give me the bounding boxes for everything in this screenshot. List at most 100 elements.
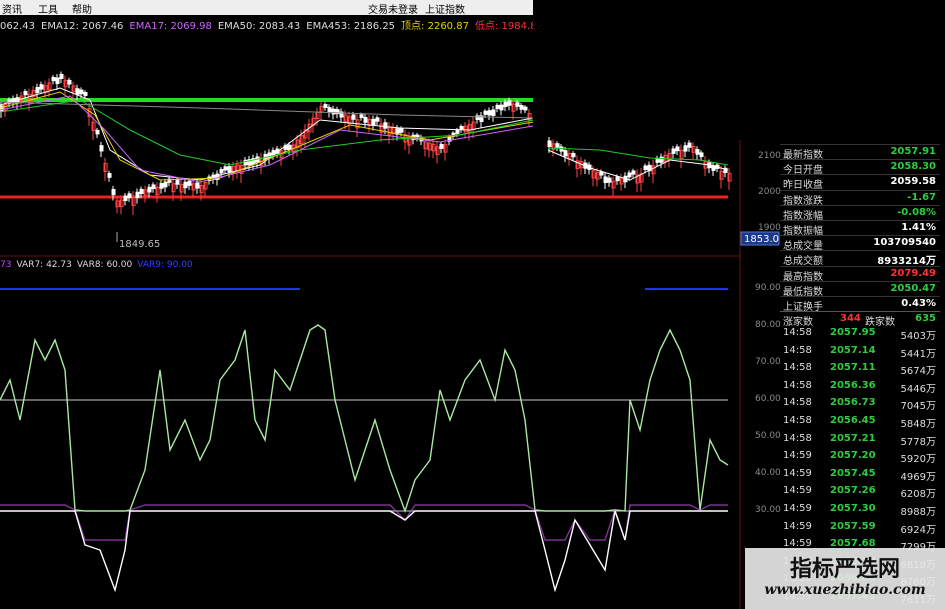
tick-time: 14:58: [783, 362, 812, 374]
quote-value: 2059.58: [890, 176, 936, 188]
candle-body: [695, 149, 700, 155]
indicator-legend: 73 VAR7: 42.73 VAR8: 60.00 VAR9: 90.00: [0, 260, 198, 270]
candle-body: [459, 125, 464, 130]
tick-price: 2057.59: [830, 520, 876, 532]
menu-item-help[interactable]: 帮助: [72, 1, 92, 16]
candle-body: [631, 170, 636, 175]
indicator-axis-label: 70.00: [755, 357, 781, 367]
candle-body: [671, 148, 676, 154]
tick-row: 14:59 2057.45 4969万: [780, 468, 940, 483]
candle-body: [107, 172, 112, 178]
tick-time: 14:59: [783, 450, 812, 462]
candle-body: [95, 129, 100, 135]
candle-body: [331, 108, 336, 115]
candle-body: [23, 90, 28, 96]
quote-value: 2050.47: [890, 282, 936, 294]
menu-item-news[interactable]: 资讯: [2, 1, 22, 16]
tick-time: 14:59: [783, 467, 812, 479]
tick-volume: 5441万: [900, 348, 936, 360]
tick-row: 14:59 2057.20 5920万: [780, 450, 940, 465]
candle-body: [555, 143, 560, 148]
tick-volume: 6924万: [900, 524, 936, 536]
tick-price: 2057.95: [830, 327, 876, 338]
candle-body: [563, 150, 568, 157]
tick-price: 2056.45: [830, 415, 876, 426]
quote-value: 2058.30: [890, 161, 936, 173]
candle-body: [643, 165, 648, 171]
tick-volume: 5778万: [900, 436, 936, 448]
candle-body: [399, 128, 404, 133]
quote-value: 103709540: [873, 237, 936, 249]
candle-body: [327, 107, 332, 113]
quote-panel: 最新指数 2057.91 今日开盘 2058.30 昨日收盘 2059.58 指数涨跌 -1.…: [780, 144, 940, 314]
candle-body: [455, 129, 460, 134]
candle-body: [51, 76, 56, 82]
indicator-axis-label: 90.00: [755, 283, 781, 293]
trade-login-status[interactable]: 交易未登录: [368, 1, 418, 16]
price-axis-label: 2100: [758, 151, 781, 161]
quote-value: -1.67: [907, 191, 936, 203]
tick-time: 14:58: [783, 327, 812, 338]
tick-time: 14:58: [783, 379, 812, 391]
candle-body: [195, 182, 200, 189]
candle-body: [183, 181, 188, 189]
index-name: 上证指数: [425, 5, 465, 16]
ema-legend-item: EMA50: 2083.43: [217, 21, 301, 31]
candle-body: [227, 166, 232, 173]
candle-body: [135, 191, 140, 199]
candle-body: [487, 110, 492, 116]
candle-body: [687, 142, 692, 148]
tick-price: 2057.20: [830, 450, 876, 462]
tick-row: 14:59 2057.30 8988万: [780, 503, 940, 518]
candle-body: [223, 166, 228, 171]
candle-body: [0, 105, 4, 112]
tick-time: 14:59: [783, 485, 812, 497]
indicator-axis-label: 80.00: [755, 320, 781, 330]
candle-body: [491, 109, 496, 116]
tick-volume: 5446万: [900, 383, 936, 395]
watermark: 指标严选网 www.xuezhibiao.com: [745, 548, 945, 609]
ema-legend-item: 低点: 1984.82: [474, 21, 533, 31]
tick-row: 14:58 2057.11 5674万: [780, 362, 940, 377]
candle-body: [515, 102, 520, 107]
menu-item-tools[interactable]: 工具: [38, 1, 58, 16]
candle-body: [503, 101, 508, 107]
candle-body: [699, 152, 704, 158]
tick-row: 14:58 2056.73 7045万: [780, 397, 940, 412]
candle-body: [683, 145, 688, 152]
ema-legend: 062.43 EMA12: 2067.46 EMA17: 2069.98 EMA50:…: [0, 17, 533, 31]
ema-legend-item: 062.43: [0, 21, 35, 31]
quote-value: 2057.91: [890, 146, 936, 157]
tick-price: 2057.21: [830, 432, 876, 444]
watermark-title: 指标严选网: [789, 557, 900, 582]
indicator-legend-item: VAR9: 90.00: [137, 260, 193, 270]
candle-body: [187, 180, 192, 186]
candle-body: [655, 157, 660, 163]
indicator-legend-item: VAR7: 42.73: [16, 260, 72, 270]
candle-body: [439, 143, 444, 149]
candle-body: [127, 193, 132, 199]
candle-body: [55, 77, 60, 85]
quote-value: 0.43%: [901, 298, 936, 309]
candle-body: [79, 89, 84, 95]
tick-price: 2056.36: [830, 379, 876, 391]
tick-time: 14:59: [783, 503, 812, 514]
candle-body: [359, 114, 364, 119]
indicator-legend-item: 73: [0, 260, 12, 270]
price-axis-label: 1900: [758, 223, 781, 233]
tick-row: 14:59 2057.59 6924万: [780, 521, 940, 536]
candle-body: [219, 169, 224, 174]
indicator-axis-label: 40.00: [755, 468, 781, 478]
tick-row: 14:58 2056.36 5446万: [780, 380, 940, 395]
tick-volume: 4969万: [900, 471, 936, 483]
tick-price: 2057.45: [830, 467, 876, 479]
candle-body: [83, 92, 88, 97]
down-count: 635: [915, 313, 936, 324]
candle-body: [123, 195, 128, 201]
candle-body: [519, 105, 524, 110]
tick-volume: 8988万: [900, 507, 936, 518]
ema-legend-item: EMA12: 2067.46: [41, 21, 124, 31]
candle-body: [615, 176, 620, 182]
oscillator-line: [0, 324, 729, 514]
cursor-price: 1853.0: [744, 234, 779, 245]
